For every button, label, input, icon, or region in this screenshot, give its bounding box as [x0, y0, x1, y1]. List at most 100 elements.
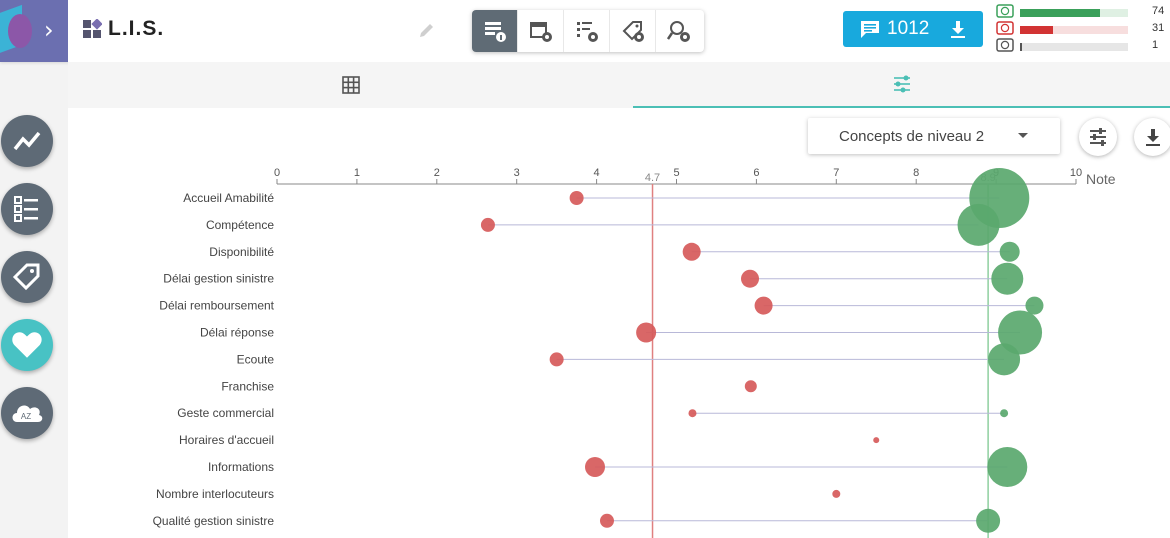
comments-count-button[interactable]: 1012	[843, 11, 983, 47]
category-label: Délai gestion sinistre	[163, 272, 274, 286]
user-search-gear-icon[interactable]	[656, 10, 702, 52]
sentiment-stat: 31	[996, 21, 1170, 37]
reference-line-label: 4.7	[645, 172, 660, 184]
checklist-gear-icon[interactable]	[564, 10, 610, 52]
x-axis-label: Note	[1086, 171, 1116, 187]
category-label: Délai réponse	[200, 326, 274, 340]
sentiment-bar-fill	[1020, 9, 1100, 17]
x-tick-label: 0	[274, 167, 280, 179]
chevron-right-icon[interactable]: ›	[44, 16, 54, 44]
az-label: AZ	[21, 412, 31, 421]
data-point	[682, 242, 701, 261]
tab-table[interactable]	[68, 62, 633, 108]
data-point	[549, 352, 564, 367]
sliders-icon	[1090, 128, 1106, 146]
app-logo[interactable]: ›	[0, 0, 68, 62]
sidenav-trends[interactable]	[1, 115, 53, 167]
neutral-face-icon	[996, 38, 1014, 52]
sentiment-count: 74	[1152, 5, 1165, 17]
line-chart-icon	[13, 131, 41, 151]
x-tick-label: 5	[673, 167, 679, 179]
category-label: Informations	[208, 460, 274, 474]
sentiment-bar	[1020, 9, 1128, 17]
category-label: Délai remboursement	[159, 299, 274, 313]
data-point	[636, 322, 657, 343]
heart-icon	[12, 332, 42, 358]
category-label: Geste commercial	[177, 406, 274, 420]
calendar-gear-icon[interactable]	[518, 10, 564, 52]
view-tabs	[68, 62, 1170, 108]
data-point	[744, 380, 757, 393]
comments-count: 1012	[887, 18, 930, 39]
list-info-icon[interactable]	[472, 10, 518, 52]
x-tick-label: 6	[753, 167, 759, 179]
data-point	[832, 489, 841, 498]
level-select-value: Concepts de niveau 2	[839, 127, 985, 145]
az-cloud-icon: AZ	[12, 405, 43, 422]
x-tick-label: 7	[833, 167, 839, 179]
sentiment-bar-fill	[1020, 43, 1022, 51]
data-point	[480, 217, 495, 232]
tags-icon	[12, 263, 40, 291]
view-switcher	[472, 10, 704, 52]
sidenav-concepts[interactable]	[1, 319, 53, 371]
x-tick-label: 2	[434, 167, 440, 179]
category-label: Horaires d'accueil	[179, 433, 274, 447]
tab-chart[interactable]	[633, 62, 1170, 108]
sidenav-tags[interactable]	[1, 251, 53, 303]
download-icon	[1146, 129, 1160, 146]
sentiment-count: 1	[1152, 39, 1159, 51]
chart-view-icon	[893, 75, 910, 93]
sentiment-count: 31	[1152, 22, 1165, 34]
x-tick-label: 1	[354, 167, 360, 179]
data-point	[599, 513, 614, 528]
data-point	[991, 262, 1024, 295]
x-tick-label: 10	[1070, 167, 1082, 179]
top-bar: › L.I.S. 1012 74 31 1	[0, 0, 1170, 62]
level-select[interactable]: Concepts de niveau 2	[808, 118, 1060, 154]
sentiment-bar-fill	[1020, 26, 1054, 34]
tag-gear-icon[interactable]	[610, 10, 656, 52]
caret-down-icon	[1018, 133, 1028, 138]
checklist-icon	[14, 196, 38, 222]
app-title: L.I.S.	[108, 17, 165, 40]
data-point	[1000, 409, 1009, 418]
sentiment-stat: 74	[996, 4, 1170, 20]
data-point	[988, 343, 1021, 376]
x-tick-label: 3	[514, 167, 520, 179]
comment-icon	[861, 21, 879, 38]
category-label: Ecoute	[237, 352, 275, 366]
edit-icon[interactable]	[418, 21, 436, 39]
sentiment-stat: 1	[996, 38, 1170, 54]
data-point	[1025, 296, 1044, 315]
app-grid-icon	[83, 19, 102, 38]
sidenav-checklist[interactable]	[1, 183, 53, 235]
category-label: Disponibilité	[209, 245, 274, 259]
data-point	[957, 203, 1000, 246]
filter-settings-button[interactable]	[1079, 118, 1117, 156]
sidenav-wordcloud[interactable]: AZ	[1, 387, 53, 439]
data-point	[999, 241, 1020, 262]
x-tick-label: 4	[594, 167, 600, 179]
category-label: Qualité gestion sinistre	[153, 514, 275, 528]
table-view-icon	[341, 76, 360, 94]
logo-shape-purple	[8, 14, 32, 48]
export-button[interactable]	[1134, 118, 1170, 156]
data-point	[976, 508, 1001, 533]
smile-face-icon	[996, 4, 1014, 18]
x-tick-label: 8	[913, 167, 919, 179]
data-point	[873, 437, 880, 444]
category-label: Nombre interlocuteurs	[156, 487, 274, 501]
concepts-chart: 012345678910Note4.78.9Accueil AmabilitéC…	[153, 167, 1116, 538]
data-point	[754, 296, 773, 315]
chart-panel: 012345678910Note4.78.9Accueil AmabilitéC…	[68, 108, 1170, 538]
category-label: Compétence	[206, 218, 274, 232]
data-point	[585, 457, 606, 477]
category-label: Franchise	[221, 379, 274, 393]
sad-face-icon	[996, 21, 1014, 35]
data-point	[741, 269, 760, 288]
data-point	[987, 447, 1028, 487]
download-icon	[951, 21, 966, 38]
data-point	[688, 409, 697, 418]
category-label: Accueil Amabilité	[183, 191, 274, 205]
